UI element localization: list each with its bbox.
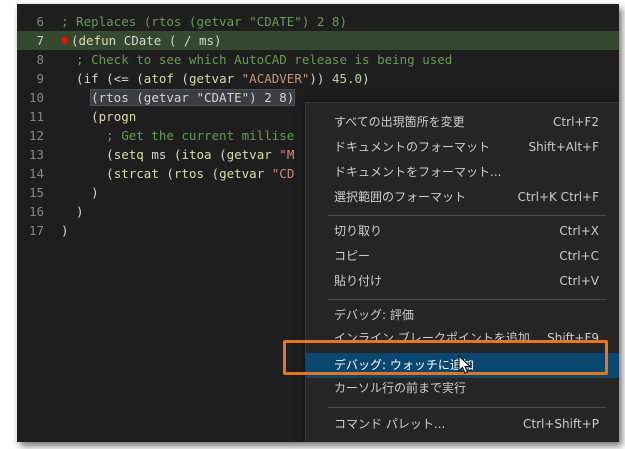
code-line[interactable]: 6 ; Replaces (rtos (getvar "CDATE") 2 8): [17, 12, 619, 31]
vscode-window: 6 ; Replaces (rtos (getvar "CDATE") 2 8) 7…: [17, 4, 619, 442]
menu-item-shortcut: Ctrl+Shift+P: [523, 417, 599, 431]
menu-item-format-document-with[interactable]: ドキュメントをフォーマット...: [306, 160, 619, 185]
menu-separator: [328, 407, 607, 408]
line-number: 10: [28, 90, 44, 105]
menu-item-label: コピー: [334, 249, 371, 263]
menu-item-cut[interactable]: 切り取り Ctrl+X: [306, 219, 619, 244]
code-line[interactable]: 8 ; Check to see which AutoCAD release i…: [17, 50, 619, 69]
menu-item-label: ドキュメントをフォーマット...: [334, 165, 502, 179]
menu-item-label: 貼り付け: [334, 274, 383, 288]
breakpoint-icon[interactable]: [61, 37, 68, 44]
menu-item-shortcut: Ctrl+X: [559, 224, 599, 238]
menu-separator: [328, 299, 607, 300]
line-code: ; Replaces (rtos (getvar "CDATE") 2 8): [61, 14, 347, 29]
code-line[interactable]: 7 (defun CDate ( / ms): [17, 31, 619, 50]
menu-item-label: ドキュメントのフォーマット: [334, 140, 491, 154]
highlight-box: [283, 340, 608, 375]
line-number: 15: [28, 185, 44, 200]
line-code: (rtos (getvar "CDATE") 2 8): [90, 89, 296, 106]
line-number: 17: [28, 223, 44, 238]
line-number: 6: [36, 14, 44, 29]
context-menu: すべての出現箇所を変更 Ctrl+F2 ドキュメントのフォーマット Shift+…: [305, 102, 619, 442]
menu-item-shortcut: Ctrl+V: [559, 274, 599, 288]
line-code: ): [61, 185, 99, 200]
line-number: 14: [28, 166, 44, 181]
menu-item-label: カーソル行の前まで実行: [334, 381, 467, 395]
menu-item-format-selection[interactable]: 選択範囲のフォーマット Ctrl+K Ctrl+F: [306, 185, 619, 210]
menu-item-shortcut: Shift+Alt+F: [528, 140, 599, 154]
line-code: ; Check to see which AutoCAD release is …: [61, 52, 453, 67]
line-code: (if (<= (atof (getvar "ACADVER")) 45.0): [61, 71, 370, 86]
line-number: 11: [28, 109, 44, 124]
menu-item-format-document[interactable]: ドキュメントのフォーマット Shift+Alt+F: [306, 135, 619, 160]
menu-item-label: すべての出現箇所を変更: [334, 115, 465, 129]
menu-item-shortcut: Ctrl+F2: [553, 115, 599, 129]
menu-item-change-all-occurrences[interactable]: すべての出現箇所を変更 Ctrl+F2: [306, 110, 619, 135]
line-code: ; Get the current millise: [61, 128, 295, 143]
line-code: (progn: [61, 109, 137, 124]
menu-item-shortcut: Ctrl+K Ctrl+F: [517, 190, 599, 204]
line-code: (setq ms (itoa (getvar "M: [61, 147, 295, 162]
line-number: 9: [36, 71, 44, 86]
line-code: (strcat (rtos (getvar "CD: [61, 166, 295, 181]
menu-item-debug-evaluate[interactable]: デバッグ: 評価: [306, 303, 619, 328]
menu-item-label: 切り取り: [334, 224, 383, 238]
line-number: 16: [28, 204, 44, 219]
menu-item-label: 選択範囲のフォーマット: [334, 190, 467, 204]
line-code: ): [61, 223, 69, 238]
menu-item-label: デバッグ: 評価: [334, 308, 414, 322]
menu-item-copy[interactable]: コピー Ctrl+C: [306, 244, 619, 269]
mouse-pointer-icon: [458, 355, 472, 374]
line-number: 13: [28, 147, 44, 162]
menu-separator: [328, 215, 607, 216]
menu-item-command-palette[interactable]: コマンド パレット... Ctrl+Shift+P: [306, 412, 619, 437]
code-line[interactable]: 9 (if (<= (atof (getvar "ACADVER")) 45.0…: [17, 69, 619, 88]
line-number: 12: [28, 128, 44, 143]
line-code: ): [61, 204, 84, 219]
menu-item-run-to-cursor[interactable]: カーソル行の前まで実行: [306, 381, 619, 401]
menu-item-paste[interactable]: 貼り付け Ctrl+V: [306, 269, 619, 294]
line-code: (defun CDate ( / ms): [71, 33, 222, 48]
line-number: 7: [36, 33, 44, 48]
menu-item-label: コマンド パレット...: [334, 417, 446, 431]
line-number: 8: [36, 52, 44, 67]
menu-item-shortcut: Ctrl+C: [559, 249, 599, 263]
